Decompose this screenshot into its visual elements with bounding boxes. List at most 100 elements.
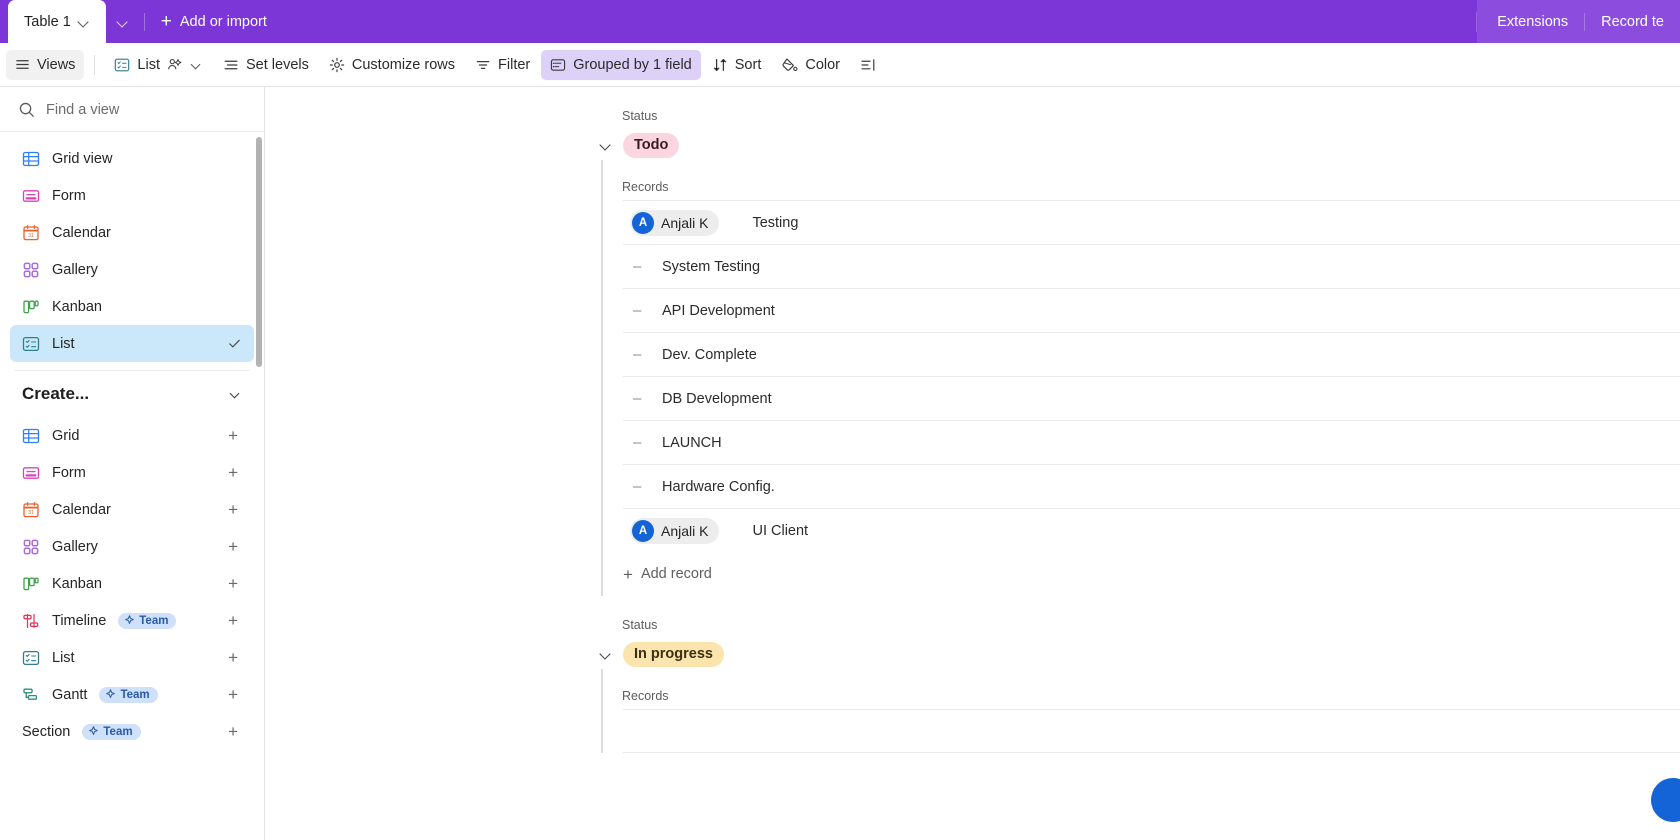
plus-icon[interactable]: +	[228, 427, 242, 444]
plus-icon[interactable]: +	[228, 686, 242, 703]
table-row[interactable]: – API Development	[623, 288, 1680, 332]
create-item-label: Timeline	[52, 613, 106, 629]
gear-icon	[329, 57, 345, 73]
sidebar-item-label: Gallery	[52, 262, 98, 278]
kanban-icon	[22, 298, 40, 316]
plus-icon[interactable]: +	[228, 575, 242, 592]
avatar: A	[632, 212, 654, 234]
create-item-kanban[interactable]: Kanban +	[10, 565, 254, 602]
list-view-content: Status Todo Records A Anjali K Testing –	[265, 87, 1680, 840]
record-templates-button[interactable]: Record te	[1585, 0, 1680, 43]
sidebar-item-form[interactable]: Form	[10, 177, 254, 214]
gallery-icon	[22, 538, 40, 556]
sidebar-item-gallery[interactable]: Gallery	[10, 251, 254, 288]
table-row[interactable]: – System Testing	[623, 244, 1680, 288]
avatar: A	[632, 520, 654, 542]
record-title: UI Client	[752, 523, 808, 539]
plus-icon[interactable]: +	[228, 612, 242, 629]
add-or-import-button[interactable]: + Add or import	[151, 0, 277, 43]
grouped-by-button[interactable]: Grouped by 1 field	[541, 50, 701, 80]
sort-button[interactable]: Sort	[703, 50, 771, 80]
plus-icon: +	[623, 566, 633, 583]
table-row[interactable]: A Anjali K UI Client	[623, 508, 1680, 552]
views-button[interactable]: Views	[6, 50, 84, 80]
user-name: Anjali K	[661, 523, 708, 539]
empty-user-dash: –	[630, 258, 656, 275]
plus-icon[interactable]: +	[228, 723, 242, 740]
create-item-label: Section	[22, 724, 70, 740]
sidebar-item-calendar[interactable]: 31 Calendar	[10, 214, 254, 251]
create-item-form[interactable]: Form +	[10, 454, 254, 491]
current-view-button[interactable]: List	[105, 50, 212, 80]
empty-user-dash: –	[630, 346, 656, 363]
create-item-list[interactable]: List +	[10, 639, 254, 676]
create-item-gallery[interactable]: Gallery +	[10, 528, 254, 565]
sidebar-item-kanban[interactable]: Kanban	[10, 288, 254, 325]
set-levels-button[interactable]: Set levels	[214, 50, 318, 80]
customize-rows-button[interactable]: Customize rows	[320, 50, 464, 80]
record-title: DB Development	[662, 391, 772, 407]
color-button[interactable]: Color	[772, 50, 849, 80]
table-row[interactable]: A Anjali K Testing	[623, 200, 1680, 244]
collaborators-icon[interactable]	[167, 57, 184, 72]
plus-icon[interactable]: +	[228, 538, 242, 555]
plus-icon[interactable]: +	[228, 649, 242, 666]
sidebar-item-label: Grid view	[52, 151, 112, 167]
plus-icon[interactable]: +	[228, 464, 242, 481]
collapse-group-toggle[interactable]	[595, 643, 617, 665]
records-label: Records	[265, 669, 1680, 709]
add-fab-icon[interactable]	[1651, 778, 1680, 822]
row-height-button[interactable]	[851, 50, 886, 80]
sidebar-item-label: Kanban	[52, 299, 102, 315]
table-row[interactable]: – Dev. Complete	[623, 332, 1680, 376]
table-row[interactable]: – DB Development	[623, 376, 1680, 420]
filter-label: Filter	[498, 57, 530, 73]
color-label: Color	[805, 57, 840, 73]
filter-button[interactable]: Filter	[466, 50, 539, 80]
calendar-icon: 31	[22, 224, 40, 242]
create-section-label: Create...	[22, 384, 89, 404]
collapse-group-toggle[interactable]	[595, 134, 617, 156]
status-badge[interactable]: Todo	[623, 133, 679, 158]
sidebar-scrollbar[interactable]	[256, 137, 262, 367]
user-chip[interactable]: A Anjali K	[630, 518, 719, 544]
extensions-button[interactable]: Extensions	[1481, 0, 1584, 43]
gallery-icon	[22, 261, 40, 279]
sidebar-item-list[interactable]: List	[10, 325, 254, 362]
status-badge[interactable]: In progress	[623, 642, 724, 667]
search-input[interactable]	[46, 102, 216, 118]
list-view-icon	[22, 649, 40, 667]
create-item-label: List	[52, 650, 75, 666]
empty-user-dash: –	[630, 434, 656, 451]
team-badge-label: Team	[120, 689, 149, 701]
sidebar-item-grid-view[interactable]: Grid view	[10, 140, 254, 177]
table-row[interactable]: – Hardware Config.	[623, 464, 1680, 508]
check-icon	[227, 336, 242, 351]
kanban-icon	[22, 575, 40, 593]
create-item-timeline[interactable]: Timeline Team +	[10, 602, 254, 639]
chevron-down-icon[interactable]	[191, 59, 203, 71]
hamburger-icon	[15, 57, 30, 72]
user-chip[interactable]: A Anjali K	[630, 210, 719, 236]
create-item-calendar[interactable]: 31 Calendar +	[10, 491, 254, 528]
group-field-label: Status	[265, 87, 1680, 130]
table-row[interactable]	[623, 709, 1680, 753]
user-name: Anjali K	[661, 215, 708, 231]
add-record-button[interactable]: + Add record	[623, 552, 1680, 596]
record-group-todo: Status Todo Records A Anjali K Testing –	[265, 87, 1680, 596]
create-section-header[interactable]: Create...	[0, 371, 264, 417]
create-item-grid[interactable]: Grid +	[10, 417, 254, 454]
plus-icon[interactable]: +	[228, 501, 242, 518]
create-item-gantt[interactable]: Gantt Team +	[10, 676, 254, 713]
record-title: API Development	[662, 303, 775, 319]
record-title: System Testing	[662, 259, 760, 275]
create-item-label: Form	[52, 465, 86, 481]
table-tab-active[interactable]: Table 1	[8, 0, 106, 43]
create-item-label: Gallery	[52, 539, 98, 555]
chevron-down-icon[interactable]	[230, 388, 242, 400]
chevron-down-icon[interactable]	[78, 16, 90, 28]
table-list-dropdown[interactable]	[106, 0, 140, 43]
views-sidebar: Grid view Form 31 Calendar Gallery	[0, 87, 265, 840]
table-row[interactable]: – LAUNCH	[623, 420, 1680, 464]
create-item-section[interactable]: Section Team +	[10, 713, 254, 750]
